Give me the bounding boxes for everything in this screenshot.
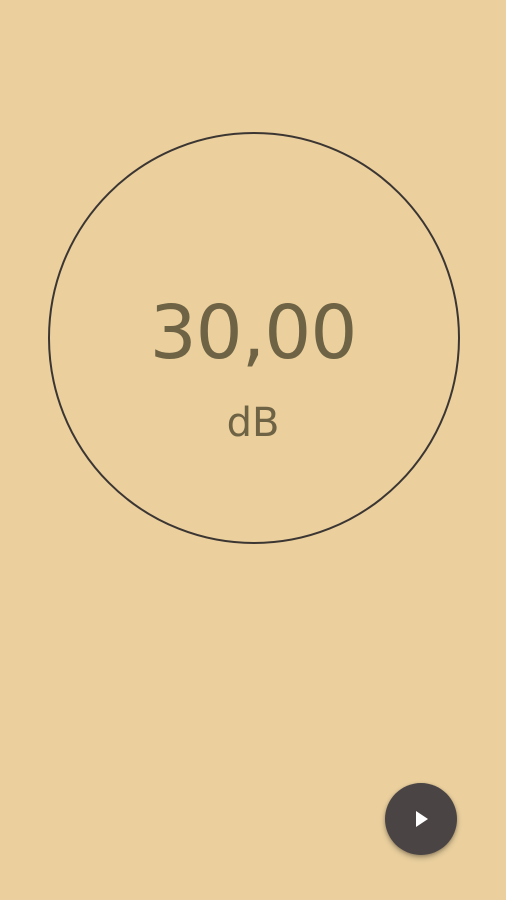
level-unit: dB: [226, 400, 280, 446]
sound-meter-screen: 30,00 dB: [0, 0, 506, 900]
level-value: 30,00: [149, 290, 358, 376]
play-button[interactable]: [385, 783, 457, 855]
play-icon: [416, 811, 428, 827]
